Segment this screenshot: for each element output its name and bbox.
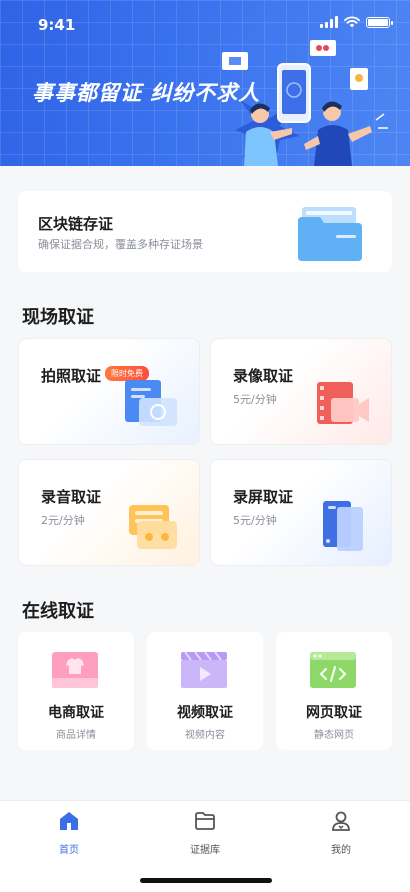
- ecommerce-icon: [52, 652, 98, 688]
- home-indicator: [140, 878, 272, 883]
- folder-illustration-icon: [298, 207, 362, 261]
- photo-evidence-card[interactable]: 拍照取证 限时免费: [18, 338, 200, 445]
- blockchain-title: 区块链存证: [38, 215, 114, 233]
- ecommerce-evidence-label: 电商取证: [48, 705, 104, 721]
- hero-illustration: [222, 40, 388, 166]
- signal-icon: [320, 16, 338, 28]
- status-icons: [320, 16, 393, 28]
- hero-banner[interactable]: 9:41 事事都留证 纠纷不求人: [0, 0, 410, 166]
- folder-icon: [195, 812, 215, 830]
- tab-profile-label: 我的: [331, 845, 351, 856]
- photo-icon: [125, 380, 177, 426]
- tab-home[interactable]: 首页: [34, 809, 104, 856]
- tab-profile[interactable]: 我的: [306, 809, 376, 856]
- video-evidence-price: 5元/分钟: [233, 393, 277, 406]
- webpage-evidence-label: 网页取证: [306, 705, 362, 721]
- audio-evidence-label: 录音取证: [41, 488, 102, 506]
- wifi-icon: [344, 16, 360, 28]
- video-online-evidence-sub: 视频内容: [185, 730, 225, 741]
- user-icon: [332, 811, 350, 831]
- blockchain-subtitle: 确保证据合规，覆盖多种存证场景: [38, 238, 203, 251]
- webpage-code-icon: [310, 652, 356, 688]
- online-section-title: 在线取证: [22, 601, 94, 622]
- home-icon: [60, 812, 78, 830]
- status-time: 9:41: [38, 16, 76, 34]
- webpage-evidence-sub: 静态网页: [314, 730, 354, 741]
- video-online-evidence-label: 视频取证: [177, 705, 233, 721]
- video-evidence-card[interactable]: 录像取证 5元/分钟: [210, 338, 392, 445]
- audio-evidence-price: 2元/分钟: [41, 514, 85, 527]
- tab-evidence-library[interactable]: 证据库: [170, 809, 240, 856]
- screen-record-evidence-price: 5元/分钟: [233, 514, 277, 527]
- battery-icon: [366, 16, 393, 28]
- ecommerce-evidence-sub: 商品详情: [56, 730, 96, 741]
- screen-record-icon: [323, 501, 363, 551]
- tab-evidence-library-label: 证据库: [190, 845, 220, 856]
- video-online-evidence-card[interactable]: 视频取证 视频内容: [147, 632, 263, 750]
- video-play-icon: [181, 652, 227, 688]
- tab-home-label: 首页: [59, 845, 79, 856]
- screen-record-evidence-label: 录屏取证: [233, 488, 294, 506]
- audio-evidence-card[interactable]: 录音取证 2元/分钟: [18, 459, 200, 566]
- video-evidence-label: 录像取证: [233, 367, 294, 385]
- audio-icon: [129, 505, 177, 549]
- onsite-section-title: 现场取证: [22, 307, 94, 328]
- ecommerce-evidence-card[interactable]: 电商取证 商品详情: [18, 632, 134, 750]
- photo-evidence-label: 拍照取证: [41, 367, 102, 385]
- screen-record-evidence-card[interactable]: 录屏取证 5元/分钟: [210, 459, 392, 566]
- webpage-evidence-card[interactable]: 网页取证 静态网页: [276, 632, 392, 750]
- video-icon: [317, 382, 369, 424]
- blockchain-evidence-card[interactable]: 区块链存证 确保证据合规，覆盖多种存证场景: [18, 191, 392, 272]
